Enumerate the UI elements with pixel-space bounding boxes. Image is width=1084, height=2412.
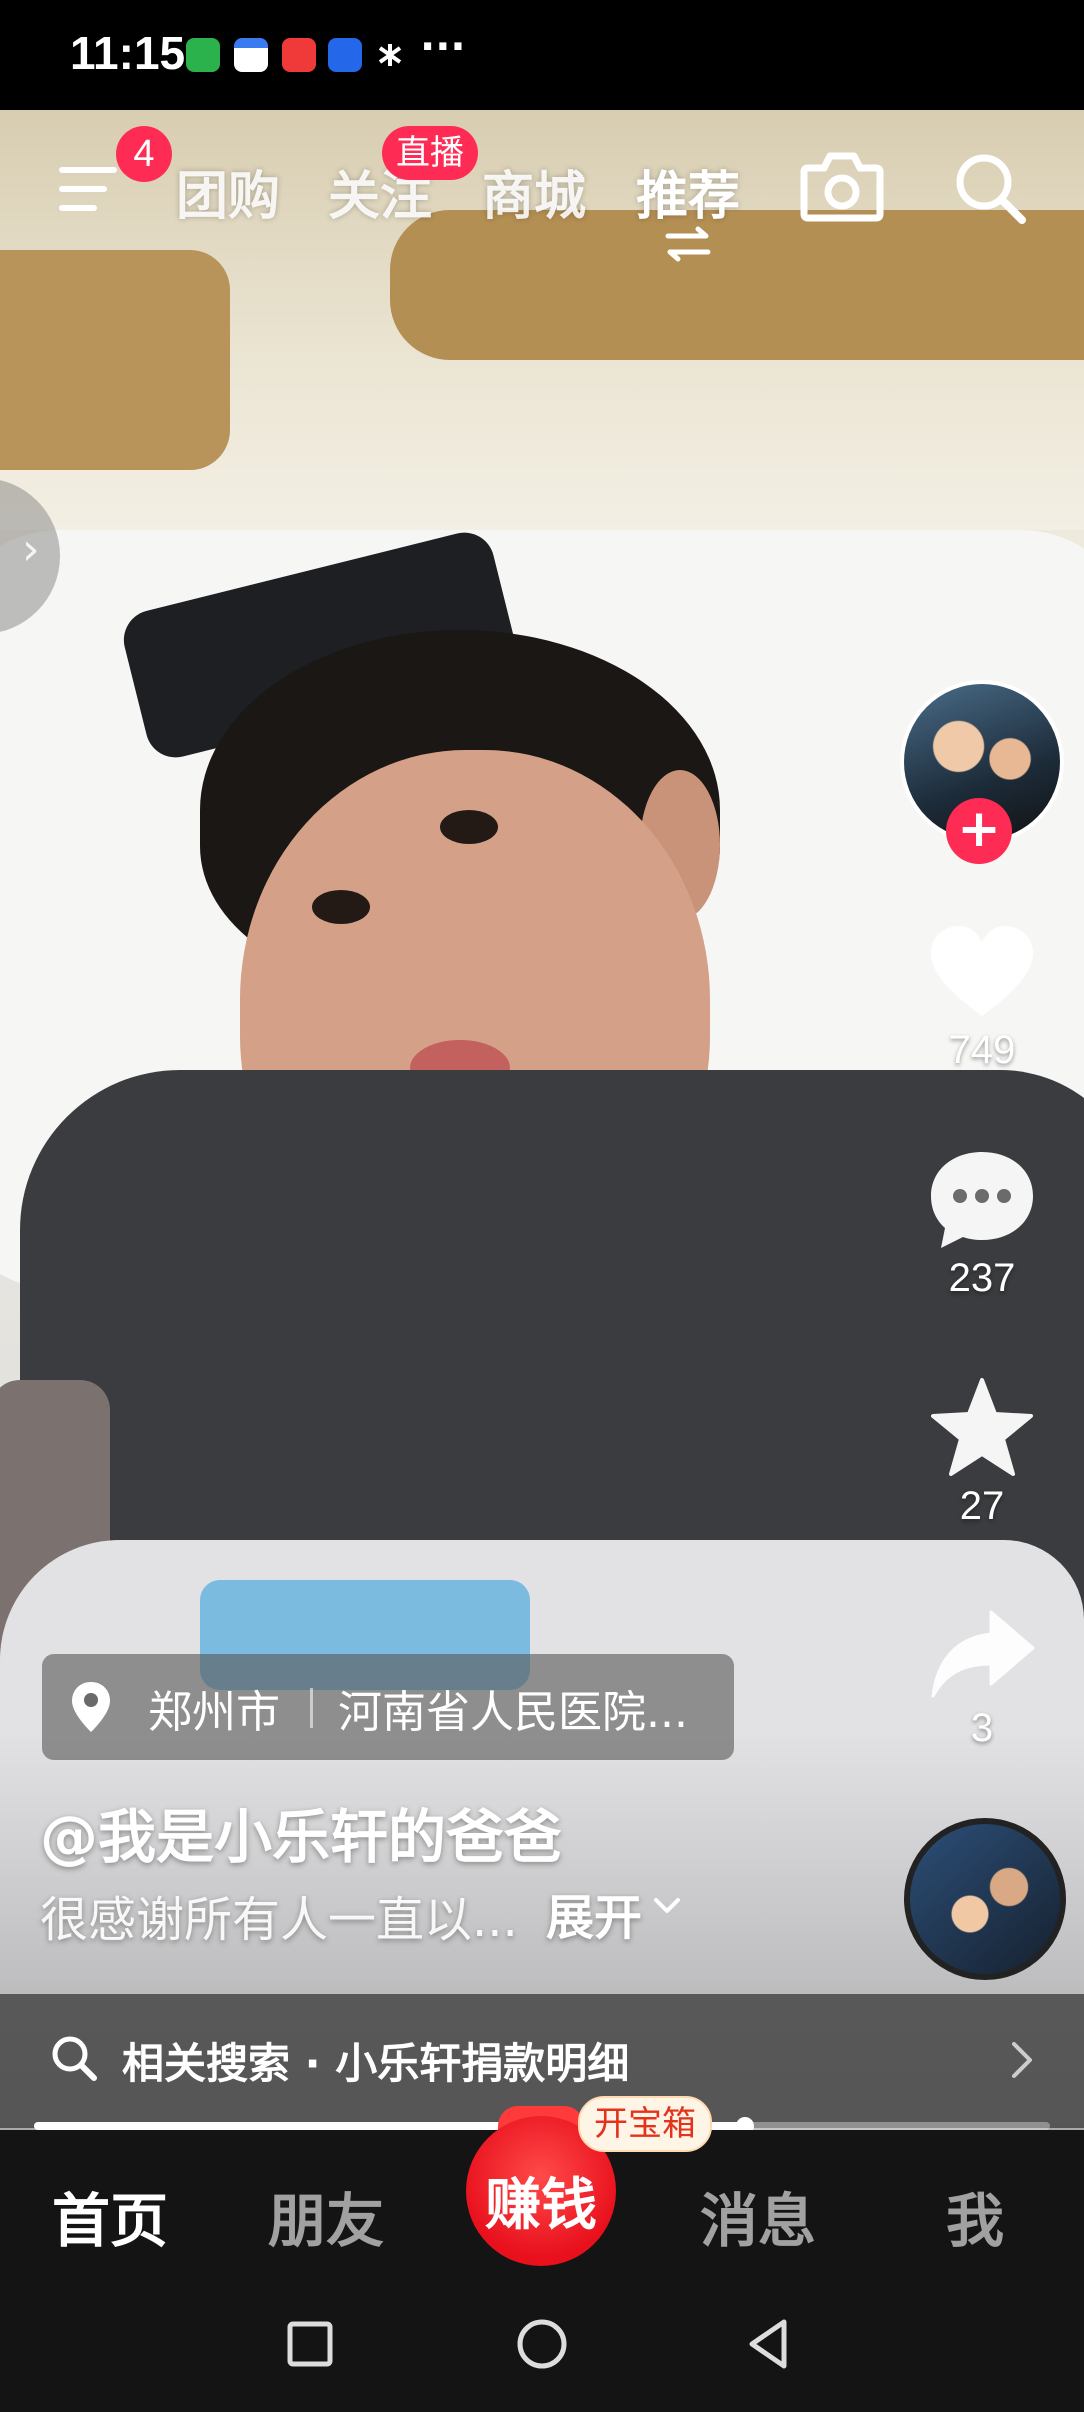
- app-red-icon: [282, 38, 316, 72]
- star-icon: [931, 1378, 1033, 1476]
- share-button[interactable]: 3: [920, 1606, 1044, 1751]
- comment-button[interactable]: 237: [920, 1148, 1044, 1301]
- tab-mall[interactable]: 商城: [482, 154, 586, 229]
- tab-group-buy[interactable]: 团购: [176, 154, 280, 229]
- menu-icon[interactable]: [58, 162, 118, 216]
- video-caption: 很感谢所有人一直以...: [40, 1892, 518, 1948]
- location-tag[interactable]: 郑州市 河南省人民医院...: [42, 1654, 734, 1760]
- comment-icon: [931, 1152, 1033, 1248]
- calendar-icon: [234, 38, 268, 72]
- wechat-icon: [186, 38, 220, 72]
- open-chest-badge[interactable]: 开宝箱: [578, 2096, 712, 2152]
- tab-messages[interactable]: 消息: [700, 2174, 816, 2258]
- favorite-count: 27: [959, 1484, 1005, 1528]
- video-scene-detail: [0, 250, 230, 470]
- follow-plus-icon[interactable]: +: [946, 798, 1012, 864]
- comment-count: 237: [948, 1256, 1016, 1300]
- like-button[interactable]: 749: [920, 924, 1044, 1073]
- status-more-icon: ···: [420, 24, 466, 70]
- status-bar: 11:15 ···: [0, 0, 1084, 110]
- author-name[interactable]: @我是小乐轩的爸爸: [40, 1790, 562, 1874]
- search-icon: [52, 2036, 97, 2081]
- tab-recommend[interactable]: 推荐: [636, 154, 740, 229]
- location-city: 郑州市: [148, 1687, 280, 1738]
- heart-icon: [931, 926, 1033, 1016]
- status-time: 11:15: [70, 27, 186, 79]
- home-circle-icon[interactable]: [512, 2314, 572, 2374]
- music-disc-avatar[interactable]: [904, 1818, 1066, 1980]
- earn-label: 赚钱: [485, 2173, 597, 2238]
- chevron-right-icon: ›: [22, 524, 40, 575]
- recent-apps-icon[interactable]: [280, 2314, 340, 2374]
- favorite-button[interactable]: 27: [920, 1376, 1044, 1529]
- tab-me[interactable]: 我: [946, 2174, 1004, 2258]
- related-search-label: 相关搜索 · 小乐轩捐款明细: [122, 2039, 630, 2088]
- switch-arrows-icon: [665, 226, 711, 262]
- expand-caption-button[interactable]: 展开: [546, 1878, 642, 1948]
- back-triangle-icon[interactable]: [740, 2314, 800, 2374]
- tab-friends[interactable]: 朋友: [268, 2174, 384, 2258]
- chevron-right-icon: [1012, 2042, 1032, 2078]
- share-arrow-icon: [931, 1610, 1035, 1698]
- location-pin-icon: [72, 1682, 110, 1732]
- location-divider: [310, 1688, 313, 1728]
- bluetooth-off-icon: [378, 44, 402, 66]
- camera-icon[interactable]: [800, 150, 884, 224]
- video-scene-eye: [440, 810, 498, 844]
- menu-notification-badge: 4: [116, 126, 172, 182]
- like-count: 749: [948, 1028, 1016, 1072]
- video-scene-eye: [312, 890, 370, 924]
- location-place: 河南省人民医院...: [338, 1687, 688, 1738]
- search-icon[interactable]: [950, 148, 1030, 228]
- top-nav: 4 团购 关注 直播 商城 推荐: [0, 126, 1084, 262]
- bottom-tab-bar: 首页 朋友 赚钱 开宝箱 消息 我: [0, 2096, 1084, 2280]
- bulb-app-icon: [328, 38, 362, 72]
- chevron-down-icon: [654, 1898, 680, 1913]
- share-count: 3: [970, 1706, 994, 1750]
- live-badge: 直播: [382, 126, 478, 180]
- tab-home[interactable]: 首页: [52, 2174, 168, 2258]
- system-nav-bar: [0, 2280, 1084, 2412]
